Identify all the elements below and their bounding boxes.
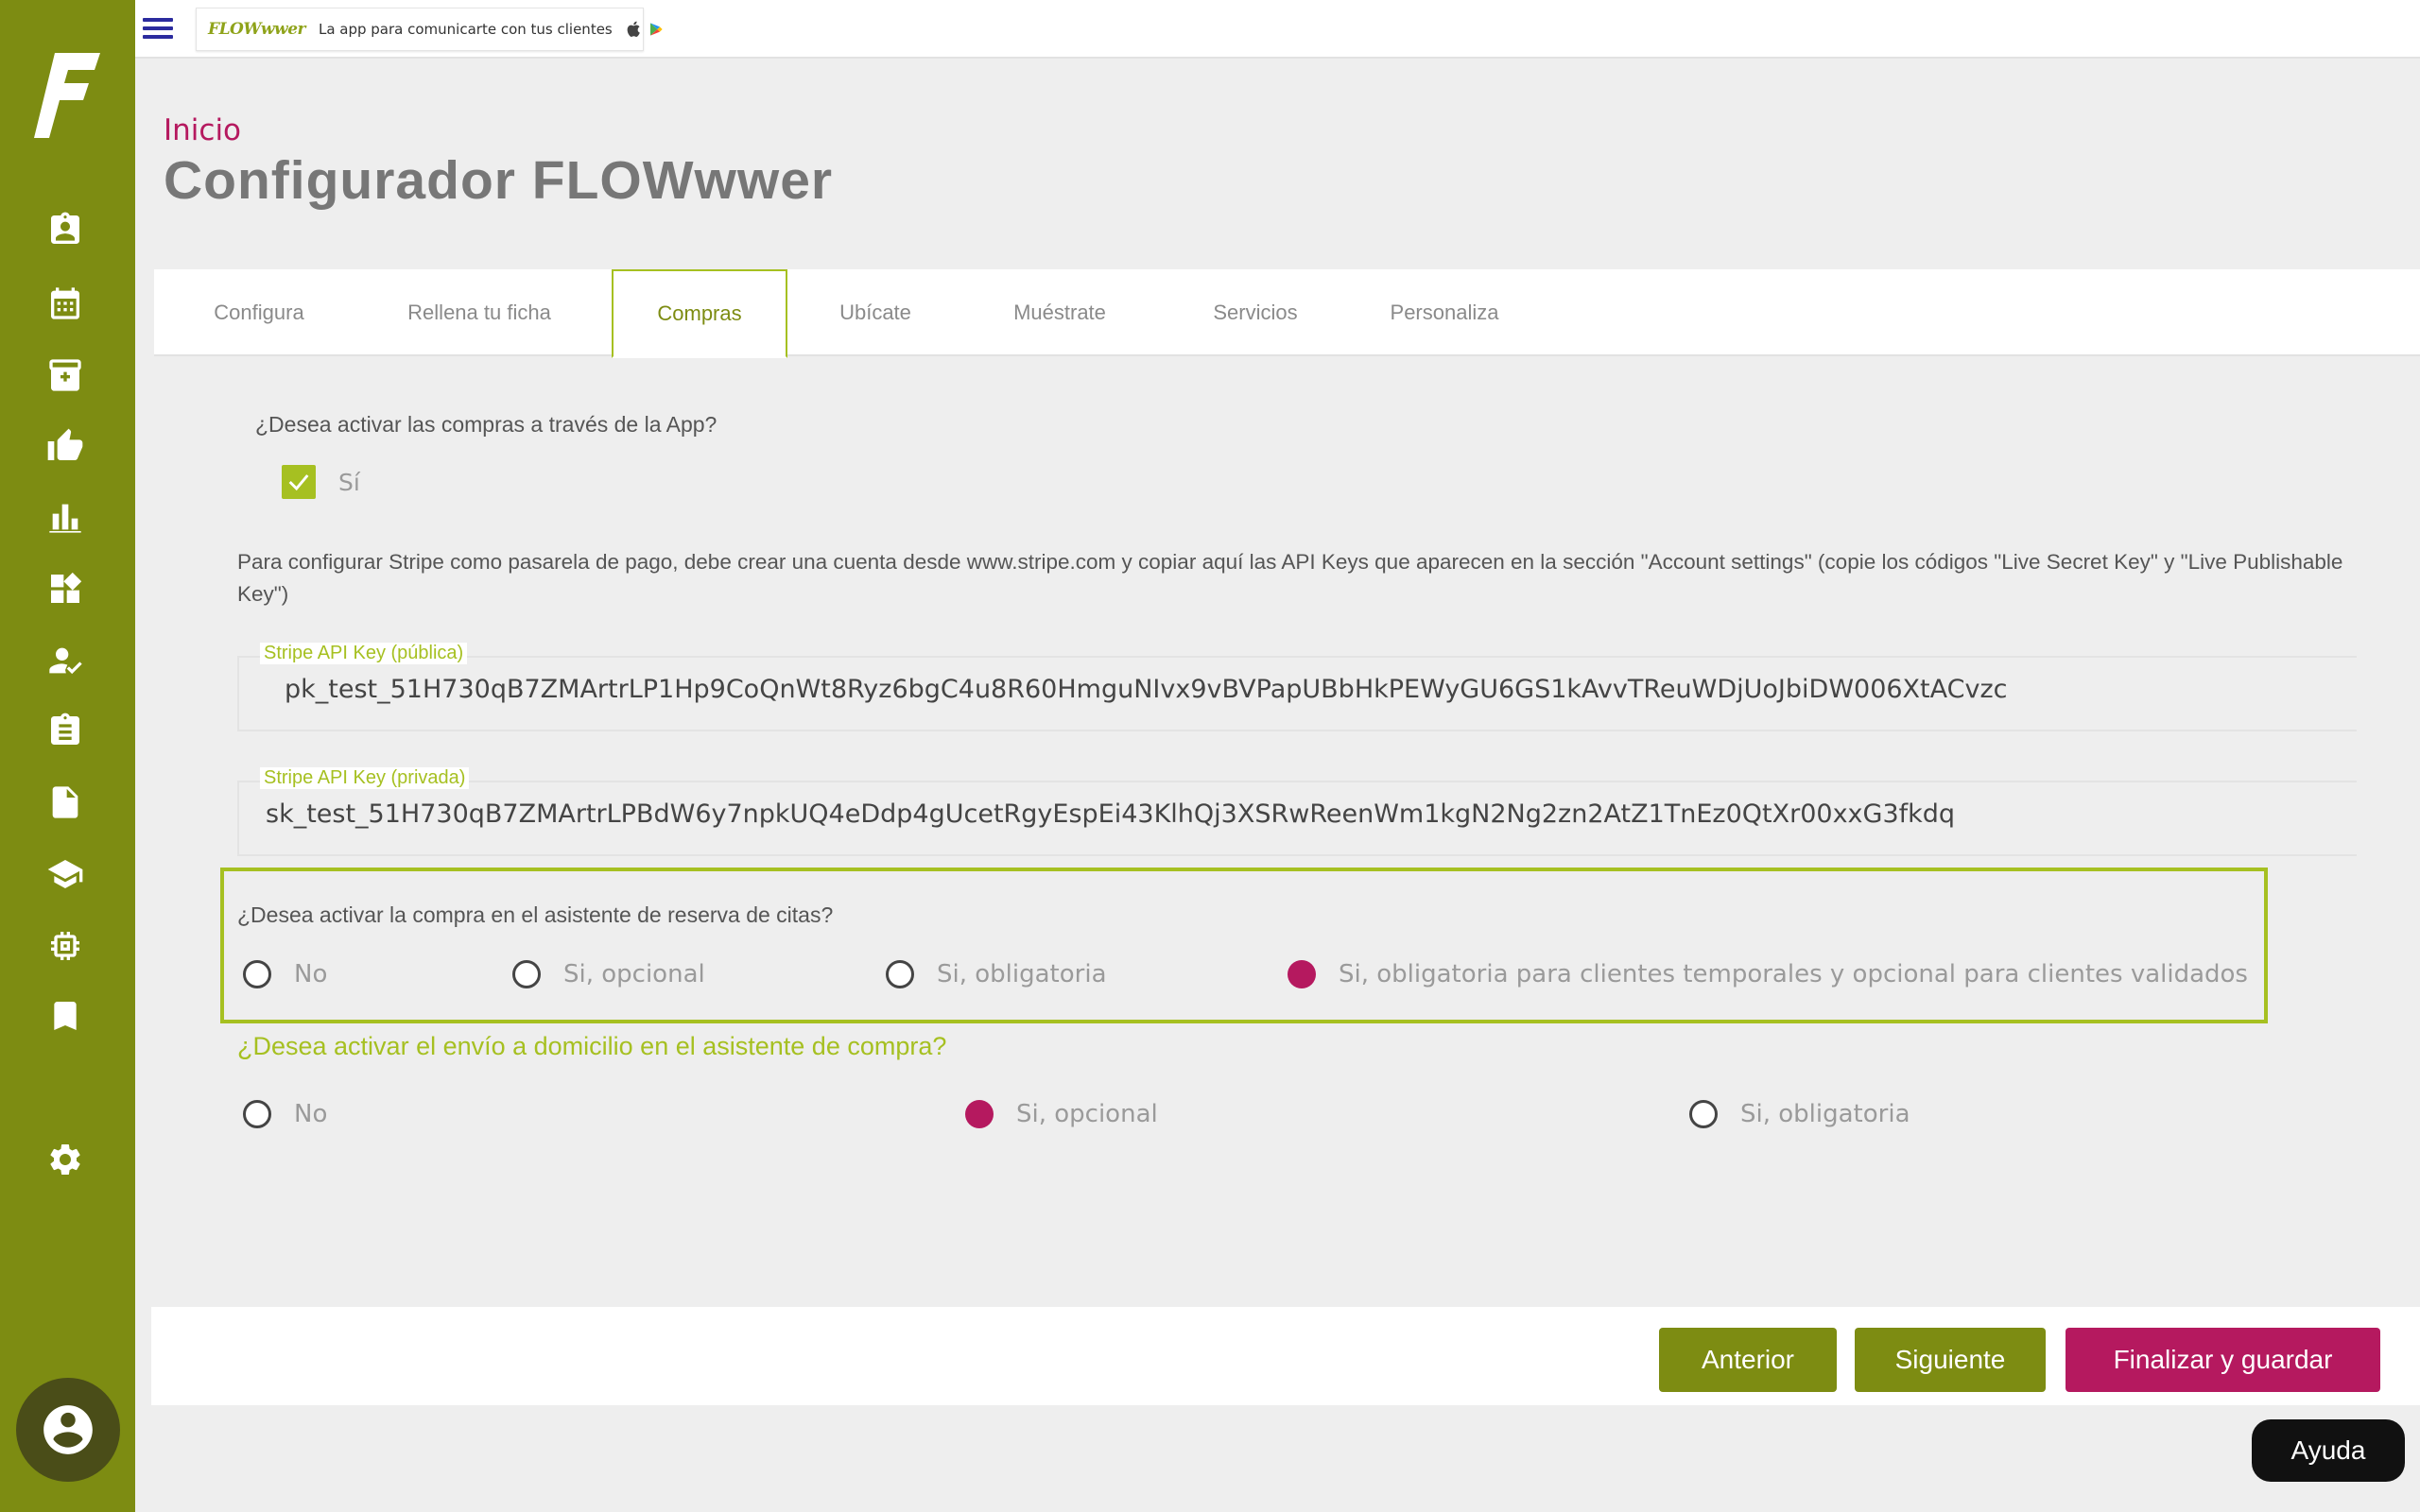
promo-brand: FLOWwwer — [208, 20, 305, 39]
widgets-icon[interactable] — [42, 565, 89, 612]
delivery-option-mandatory[interactable]: Si, obligatoria — [1689, 1100, 1910, 1128]
bookmark-icon[interactable] — [42, 992, 89, 1040]
stripe-private-key-input[interactable] — [239, 799, 2357, 829]
radio-button-selected[interactable] — [1288, 960, 1316, 988]
stripe-public-key-label: Stripe API Key (pública) — [260, 643, 468, 664]
bar-chart-icon[interactable] — [42, 493, 89, 541]
graduation-cap-icon[interactable] — [42, 850, 89, 898]
user-check-icon[interactable] — [42, 637, 89, 684]
finish-and-save-button[interactable]: Finalizar y guardar — [2066, 1328, 2380, 1392]
booking-option-mandatory[interactable]: Si, obligatoria — [886, 960, 1107, 988]
google-play-icon — [649, 23, 663, 36]
next-button[interactable]: Siguiente — [1855, 1328, 2046, 1392]
document-icon[interactable] — [42, 779, 89, 826]
sidebar — [0, 0, 135, 1512]
tab-ubicate[interactable]: Ubícate — [816, 269, 935, 356]
purchases-checkbox[interactable] — [282, 465, 316, 499]
promo-text: La app para comunicarte con tus clientes — [318, 21, 613, 38]
chip-icon[interactable] — [42, 922, 89, 970]
thumbs-up-icon[interactable] — [42, 422, 89, 470]
tab-compras[interactable]: Compras — [612, 269, 787, 358]
top-bar: FLOWwwer La app para comunicarte con tus… — [135, 0, 2420, 59]
booking-question-box — [220, 868, 2268, 1023]
clipboard-icon[interactable] — [42, 707, 89, 754]
hamburger-menu-icon[interactable] — [139, 13, 177, 45]
app-promo-banner[interactable]: FLOWwwer La app para comunicarte con tus… — [196, 8, 663, 51]
tab-servicios[interactable]: Servicios — [1194, 269, 1317, 356]
stripe-private-key-field: Stripe API Key (privada) — [237, 767, 2357, 856]
gear-icon[interactable] — [42, 1136, 89, 1183]
contact-card-icon[interactable] — [42, 206, 89, 253]
radio-button[interactable] — [243, 960, 271, 988]
tab-rellena-tu-ficha[interactable]: Rellena tu ficha — [392, 269, 566, 356]
stripe-instructions: Para configurar Stripe como pasarela de … — [237, 550, 2343, 606]
delivery-option-no[interactable]: No — [243, 1100, 327, 1128]
delivery-question: ¿Desea activar el envío a domicilio en e… — [237, 1032, 947, 1060]
booking-question: ¿Desea activar la compra en el asistente… — [237, 902, 834, 927]
account-circle-icon — [43, 1405, 93, 1454]
breadcrumb[interactable]: Inicio — [164, 113, 241, 147]
checkmark-icon — [288, 474, 309, 491]
radio-button[interactable] — [243, 1100, 271, 1128]
archive-box-icon[interactable] — [42, 352, 89, 399]
radio-button[interactable] — [1689, 1100, 1718, 1128]
tab-muestrate[interactable]: Muéstrate — [995, 269, 1124, 356]
stripe-public-key-field: Stripe API Key (pública) — [237, 643, 2357, 731]
purchases-question: ¿Desea activar las compras a través de l… — [255, 412, 717, 437]
radio-button-selected[interactable] — [965, 1100, 994, 1128]
tab-personaliza[interactable]: Personaliza — [1374, 269, 1515, 356]
flowwwer-logo[interactable] — [34, 49, 102, 140]
booking-option-no[interactable]: No — [243, 960, 327, 988]
help-button[interactable]: Ayuda — [2252, 1419, 2405, 1482]
tab-configura[interactable]: Configura — [188, 269, 330, 356]
purchases-checkbox-label[interactable]: Sí — [338, 469, 360, 496]
apple-icon — [627, 21, 640, 37]
radio-button[interactable] — [886, 960, 914, 988]
user-avatar[interactable] — [16, 1378, 120, 1482]
delivery-option-optional[interactable]: Si, opcional — [965, 1100, 1158, 1128]
calendar-icon[interactable] — [42, 280, 89, 327]
booking-option-mandatory-temporary[interactable]: Si, obligatoria para clientes temporales… — [1288, 960, 2248, 988]
page-title: Configurador FLOWwwer — [164, 150, 834, 211]
radio-button[interactable] — [512, 960, 541, 988]
tab-bar: Configura Rellena tu ficha Compras Ubíca… — [154, 269, 2420, 358]
stripe-private-key-label: Stripe API Key (privada) — [260, 767, 470, 789]
previous-button[interactable]: Anterior — [1659, 1328, 1837, 1392]
stripe-public-key-input[interactable] — [239, 675, 2357, 704]
booking-option-optional[interactable]: Si, opcional — [512, 960, 705, 988]
